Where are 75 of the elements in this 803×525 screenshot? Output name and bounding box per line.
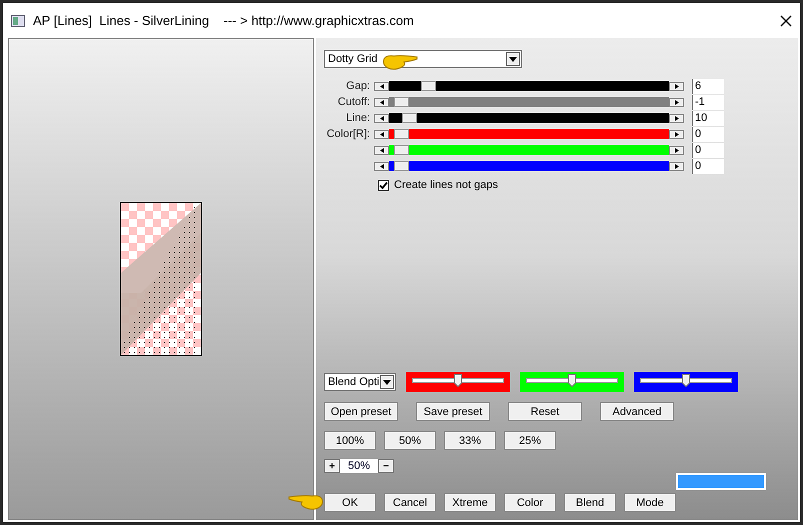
scroll-right-button[interactable] bbox=[669, 146, 684, 154]
slider-label: Cutoff: bbox=[338, 96, 370, 108]
slider-label: Gap: bbox=[346, 80, 370, 92]
scroll-left-button[interactable] bbox=[374, 114, 389, 122]
scroll-left-button[interactable] bbox=[374, 98, 389, 106]
color-swatch[interactable] bbox=[676, 473, 766, 490]
close-icon[interactable] bbox=[780, 14, 792, 26]
scroll-right-button[interactable] bbox=[669, 98, 684, 106]
arrow-left-icon bbox=[380, 148, 384, 152]
scroll-right-button[interactable] bbox=[669, 82, 684, 90]
app-icon bbox=[11, 14, 25, 26]
arrow-right-icon bbox=[674, 84, 678, 88]
action-button[interactable]: OK bbox=[324, 493, 376, 512]
slider-thumb[interactable] bbox=[394, 145, 410, 155]
zoom-in-button[interactable]: + bbox=[324, 459, 340, 473]
arrow-right-icon bbox=[674, 116, 678, 120]
zoom-button[interactable]: 25% bbox=[504, 431, 556, 450]
arrow-right-icon bbox=[674, 132, 678, 136]
slider-thumb[interactable] bbox=[394, 97, 410, 107]
preset-button[interactable]: Advanced bbox=[600, 402, 674, 421]
preset-button[interactable]: Reset bbox=[508, 402, 582, 421]
action-button[interactable]: Color bbox=[504, 493, 556, 512]
dropdown-arrow-icon bbox=[383, 380, 391, 384]
action-button[interactable]: Xtreme bbox=[444, 493, 496, 512]
slider-thumb[interactable] bbox=[454, 374, 462, 387]
slider-thumb[interactable] bbox=[394, 129, 410, 139]
action-button[interactable]: Cancel bbox=[384, 493, 436, 512]
arrow-left-icon bbox=[380, 100, 384, 104]
zoom-button[interactable]: 33% bbox=[444, 431, 496, 450]
dropdown-arrow-icon bbox=[509, 56, 517, 62]
scroll-right-button[interactable] bbox=[669, 114, 684, 122]
slider-thumb[interactable] bbox=[394, 161, 410, 171]
scroll-left-button[interactable] bbox=[374, 162, 389, 170]
checkbox[interactable] bbox=[378, 180, 389, 190]
zoom-button[interactable]: 50% bbox=[384, 431, 436, 450]
window-title: AP [Lines] Lines - SilverLining --- > http://www.graphicxtras.com bbox=[33, 13, 415, 28]
scroll-right-button[interactable] bbox=[669, 130, 684, 138]
arrow-left-icon bbox=[380, 116, 384, 120]
arrow-left-icon bbox=[380, 84, 384, 88]
zoom-value: 50% bbox=[340, 459, 378, 473]
slider-thumb[interactable] bbox=[682, 374, 690, 387]
action-button[interactable]: Mode bbox=[624, 493, 676, 512]
blend-slider[interactable] bbox=[634, 372, 738, 392]
slider-thumb[interactable] bbox=[420, 81, 436, 91]
slider-thumb[interactable] bbox=[402, 113, 418, 123]
value-field[interactable]: 0 bbox=[692, 142, 724, 158]
value-field[interactable]: -1 bbox=[692, 94, 724, 110]
preset-button[interactable]: Open preset bbox=[324, 402, 398, 421]
mode-dropdown[interactable]: Dotty Grid bbox=[324, 50, 522, 68]
preset-button[interactable]: Save preset bbox=[416, 402, 490, 421]
slider-label: Line: bbox=[346, 112, 370, 124]
scroll-left-button[interactable] bbox=[374, 82, 389, 90]
arrow-right-icon bbox=[674, 100, 678, 104]
arrow-left-icon bbox=[380, 164, 384, 168]
arrow-right-icon bbox=[674, 164, 678, 168]
value-field[interactable]: 0 bbox=[692, 158, 724, 174]
slider-label: Color[R]: bbox=[326, 128, 370, 140]
zoom-out-button[interactable]: − bbox=[378, 459, 394, 473]
arrow-right-icon bbox=[674, 148, 678, 152]
blend-slider[interactable] bbox=[406, 372, 510, 392]
value-field[interactable]: 10 bbox=[692, 110, 724, 126]
checkbox-label: Create lines not gaps bbox=[394, 179, 498, 191]
value-field[interactable]: 0 bbox=[692, 126, 724, 142]
scroll-right-button[interactable] bbox=[669, 162, 684, 170]
blend-dropdown[interactable]: Blend Opti bbox=[324, 373, 396, 391]
pointing-hand-icon bbox=[288, 493, 324, 511]
scroll-left-button[interactable] bbox=[374, 130, 389, 138]
zoom-button[interactable]: 100% bbox=[324, 431, 376, 450]
arrow-left-icon bbox=[380, 132, 384, 136]
scroll-left-button[interactable] bbox=[374, 146, 389, 154]
value-field[interactable]: 6 bbox=[692, 78, 724, 94]
blend-slider[interactable] bbox=[520, 372, 624, 392]
pointing-hand-icon bbox=[382, 53, 418, 71]
action-button[interactable]: Blend bbox=[564, 493, 616, 512]
slider-thumb[interactable] bbox=[568, 374, 576, 387]
